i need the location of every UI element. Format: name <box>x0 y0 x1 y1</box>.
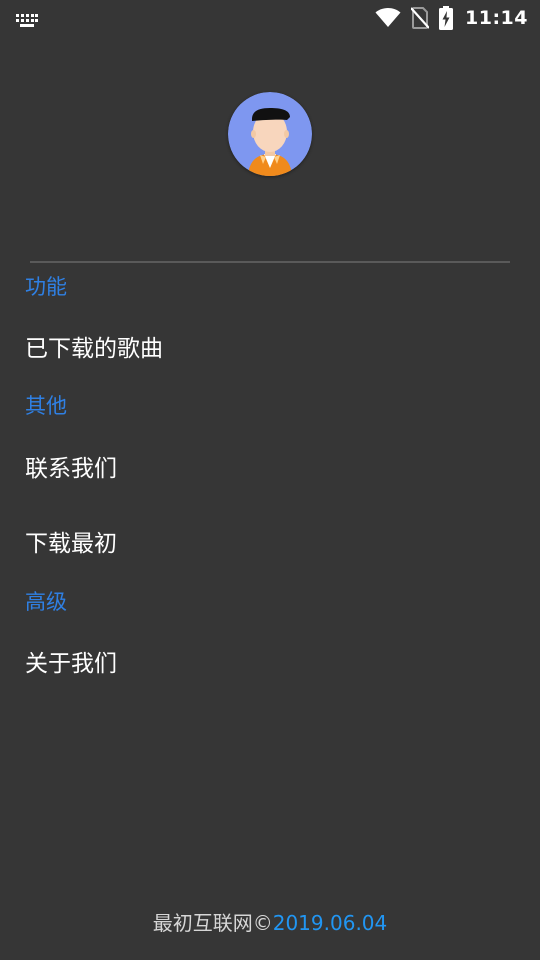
status-bar: 11:14 <box>0 0 540 36</box>
menu-item-label: 已下载的歌曲 <box>25 336 163 362</box>
menu-item-label: 联系我们 <box>25 456 117 482</box>
battery-charging-icon <box>439 6 454 30</box>
divider <box>30 261 510 263</box>
menu-item-downloaded-songs[interactable]: 已下载的歌曲 <box>0 316 540 376</box>
status-icons: 11:14 <box>375 0 528 36</box>
menu-item-contact-us[interactable]: 联系我们 <box>0 436 540 496</box>
footer: 最初互联网©2019.06.04 <box>0 908 540 938</box>
footer-date: 2019.06.04 <box>272 911 388 935</box>
no-sim-icon <box>411 7 430 29</box>
menu-item-about-us[interactable]: 关于我们 <box>0 631 540 691</box>
keyboard-icon <box>16 12 38 27</box>
wifi-icon <box>375 8 401 28</box>
menu-item-download[interactable]: 下载最初 <box>0 511 540 571</box>
menu-item-label: 下载最初 <box>25 531 117 557</box>
section-header-features: 功能 <box>25 275 67 299</box>
menu-item-label: 关于我们 <box>25 651 117 677</box>
clock: 11:14 <box>465 7 528 29</box>
footer-copyright: 最初互联网© <box>152 911 273 935</box>
user-avatar-icon <box>228 92 312 176</box>
section-header-advanced: 高级 <box>25 590 67 614</box>
section-header-other: 其他 <box>25 394 67 418</box>
profile-avatar[interactable] <box>228 92 312 176</box>
